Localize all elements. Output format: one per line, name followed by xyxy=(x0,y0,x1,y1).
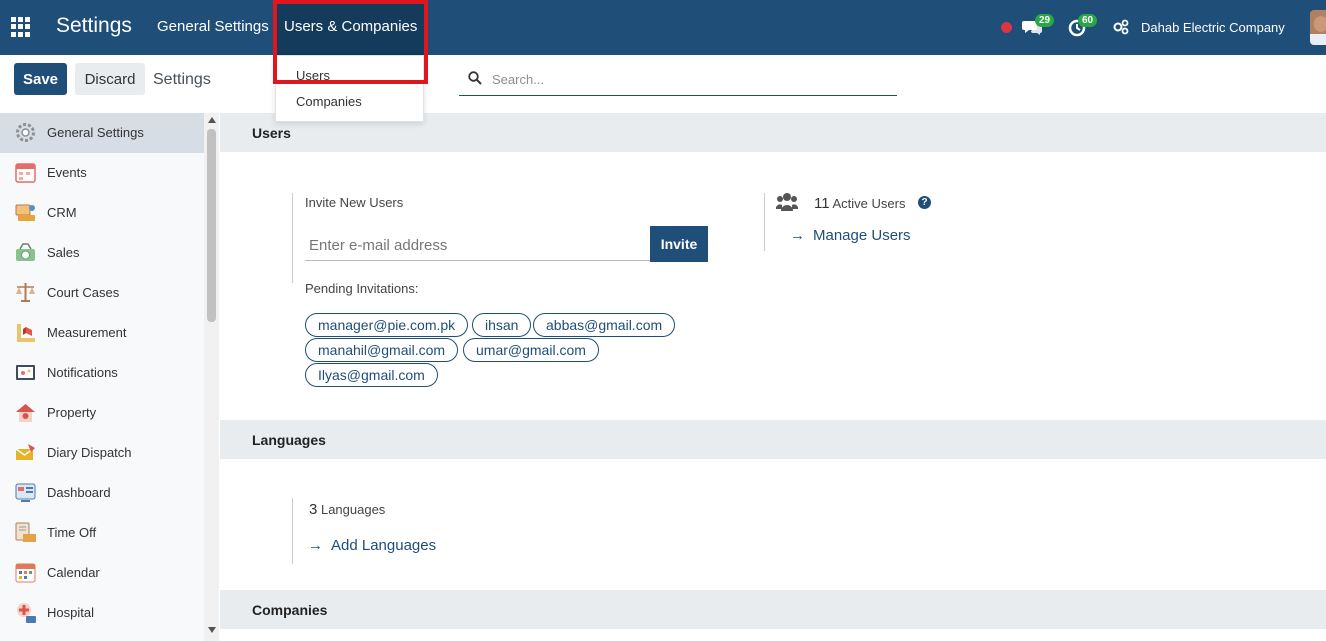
activity-count-badge: 60 xyxy=(1078,14,1098,27)
nav-general-settings[interactable]: General Settings xyxy=(157,18,269,35)
users-group-icon xyxy=(776,193,798,211)
divider xyxy=(292,193,293,283)
company-name[interactable]: Dahab Electric Company xyxy=(1141,20,1285,35)
apps-menu-icon[interactable] xyxy=(11,17,31,37)
sidebar-item-label: Measurement xyxy=(47,325,127,340)
sidebar-item-general-settings[interactable]: General Settings xyxy=(0,113,204,153)
search-icon xyxy=(468,71,482,85)
active-users-number: 11 xyxy=(814,195,830,212)
dropdown-item-companies[interactable]: Companies xyxy=(296,94,362,109)
nav-users-companies[interactable]: Users & Companies xyxy=(276,0,426,55)
arrow-right-icon: → xyxy=(790,227,805,244)
pending-invitation-tag[interactable]: manahil@gmail.com xyxy=(305,338,459,362)
active-users-label: Active Users xyxy=(832,196,906,211)
recording-indicator-icon[interactable] xyxy=(1001,22,1012,33)
sidebar-item-label: General Settings xyxy=(47,125,144,140)
settings-content: Users Invite New Users Invite Pending In… xyxy=(220,113,1326,641)
sidebar-item-notifications[interactable]: Notifications xyxy=(0,353,204,393)
search-bar xyxy=(459,63,897,96)
sidebar-item-label: Hospital xyxy=(47,605,94,620)
sidebar-item-time-off[interactable]: Time Off xyxy=(0,513,204,553)
pending-invitations-label: Pending Invitations: xyxy=(305,281,419,296)
sidebar-item-sales[interactable]: Sales xyxy=(0,233,204,273)
gear-icon xyxy=(16,123,35,142)
pending-invitation-tag[interactable]: ihsan xyxy=(472,313,532,337)
languages-number: 3 xyxy=(309,501,318,518)
scroll-down-icon[interactable] xyxy=(208,627,216,633)
add-languages-link[interactable]: → Add Languages xyxy=(308,537,436,554)
divider xyxy=(764,193,765,251)
sidebar-item-label: Property xyxy=(47,405,97,420)
ruler-icon xyxy=(17,324,35,342)
languages-count: 3 Languages xyxy=(309,501,385,518)
calendar-icon xyxy=(15,563,36,583)
sidebar-item-events[interactable]: Events xyxy=(0,153,204,193)
add-languages-label: Add Languages xyxy=(331,537,437,554)
sidebar-item-label: Notifications xyxy=(47,365,118,380)
scroll-thumb[interactable] xyxy=(207,129,216,322)
pending-invitation-tag[interactable]: abbas@gmail.com xyxy=(533,313,676,337)
calendar-event-icon xyxy=(15,163,36,183)
settings-sidebar: General Settings Events CRM Sales Court … xyxy=(0,113,219,641)
save-button[interactable]: Save xyxy=(14,63,67,95)
sidebar-item-label: Sales xyxy=(47,245,80,260)
sidebar-item-label: Court Cases xyxy=(47,285,120,300)
users-section-title: Users xyxy=(252,125,291,141)
arrow-right-icon: → xyxy=(308,537,323,554)
sidebar-item-court-cases[interactable]: Court Cases xyxy=(0,273,204,313)
sidebar-item-crm[interactable]: CRM xyxy=(0,193,204,233)
sidebar-item-hospital[interactable]: Hospital xyxy=(0,593,204,633)
pending-invitation-tag[interactable]: Ilyas@gmail.com xyxy=(305,363,438,387)
languages-section-header: Languages xyxy=(220,420,1326,459)
sidebar-item-label: Diary Dispatch xyxy=(47,445,132,460)
sidebar-item-label: CRM xyxy=(47,205,77,220)
sidebar-item-measurement[interactable]: Measurement xyxy=(0,313,204,353)
active-users-count: 11 Active Users xyxy=(814,195,905,212)
invite-label: Invite New Users xyxy=(305,195,404,210)
help-icon[interactable]: ? xyxy=(918,196,931,209)
sidebar-item-property[interactable]: Property xyxy=(0,393,204,433)
languages-count-label: Languages xyxy=(320,502,386,517)
sidebar-item-label: Dashboard xyxy=(47,485,111,500)
hospital-icon xyxy=(17,603,36,623)
dropdown-item-users[interactable]: Users xyxy=(296,68,330,83)
sidebar-item-diary-dispatch[interactable]: Diary Dispatch xyxy=(0,433,204,473)
sidebar-item-label: Events xyxy=(47,165,87,180)
avatar[interactable] xyxy=(1310,10,1326,45)
invite-email-input[interactable] xyxy=(305,230,650,261)
notification-icon xyxy=(16,365,35,380)
divider xyxy=(292,498,293,564)
dashboard-icon xyxy=(15,483,36,502)
sales-icon xyxy=(16,243,35,261)
pending-invitation-tag[interactable]: manager@pie.com.pk xyxy=(305,313,469,337)
app-title[interactable]: Settings xyxy=(56,14,132,38)
breadcrumb: Settings xyxy=(153,71,211,88)
sidebar-item-label: Time Off xyxy=(47,525,97,540)
companies-section-header: Companies xyxy=(220,590,1326,629)
sidebar-item-calendar[interactable]: Calendar xyxy=(0,553,204,593)
users-companies-dropdown: Users Companies xyxy=(275,55,424,122)
companies-section-title: Companies xyxy=(252,602,328,618)
sidebar-item-label: Calendar xyxy=(47,565,100,580)
crm-icon xyxy=(15,204,35,221)
sidebar-scrollbar[interactable] xyxy=(204,113,219,641)
envelope-icon xyxy=(15,444,35,460)
company-switch-icon[interactable] xyxy=(1113,19,1129,35)
scale-icon xyxy=(16,283,35,302)
pending-invitation-tag[interactable]: umar@gmail.com xyxy=(463,338,599,362)
top-navbar: Settings General Settings Users & Compan… xyxy=(0,0,1326,55)
house-icon xyxy=(16,404,35,422)
search-input[interactable] xyxy=(492,69,882,89)
time-off-icon xyxy=(15,522,36,542)
discard-button[interactable]: Discard xyxy=(75,63,145,95)
scroll-up-icon[interactable] xyxy=(208,117,216,123)
languages-section-title: Languages xyxy=(252,432,326,448)
sidebar-item-dashboard[interactable]: Dashboard xyxy=(0,473,204,513)
chat-count-badge: 29 xyxy=(1035,14,1055,27)
manage-users-label: Manage Users xyxy=(813,227,911,244)
invite-button[interactable]: Invite xyxy=(650,226,708,262)
manage-users-link[interactable]: → Manage Users xyxy=(790,227,911,244)
